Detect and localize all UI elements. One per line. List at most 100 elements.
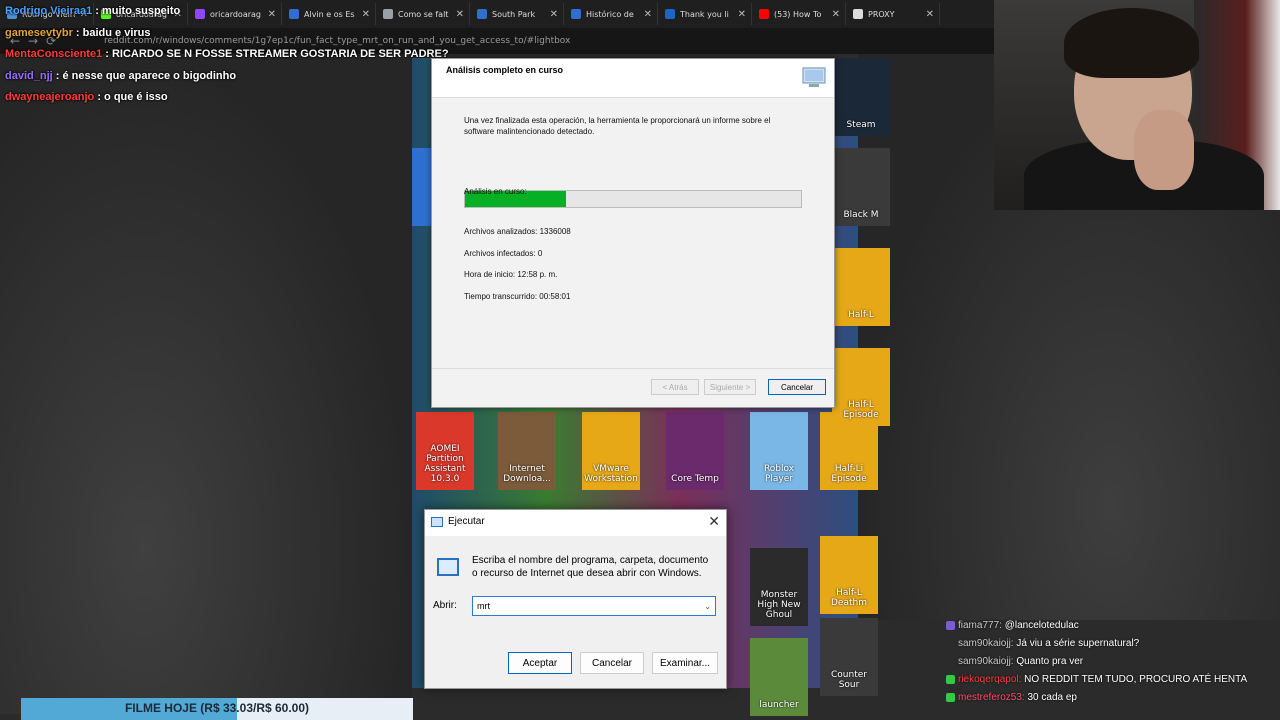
run-dialog: Ejecutar ✕ Escriba el nombre del program…: [424, 509, 727, 689]
close-icon[interactable]: ✕: [926, 9, 934, 20]
desktop-shortcut[interactable]: AOMEI Partition Assistant 10.3.0: [416, 412, 474, 490]
chat-text: NO REDDIT TEM TUDO, PROCURO ATÉ HENTA: [1024, 674, 1248, 685]
run-program-icon: [437, 558, 459, 576]
desktop-shortcut[interactable]: Steam: [832, 58, 890, 136]
files-scanned: Archivos analizados: 1336008: [464, 227, 571, 236]
stream-chat-bottom: fiama777: @lancelotedulac sam90kaiojj: Já…: [946, 620, 1247, 710]
chat-message: riekoqerqapol: NO REDDIT TEM TUDO, PROCU…: [946, 674, 1247, 692]
scan-cancel-button[interactable]: Cancelar: [768, 379, 826, 395]
run-dialog-titlebar: Ejecutar ✕: [425, 510, 726, 536]
chat-message: MentaConsciente1 : RICARDO SE N FOSSE ST…: [5, 48, 449, 60]
desktop-shortcut-label: Half-L Deathm: [831, 588, 867, 608]
scan-dialog-header: Análisis completo en curso: [432, 59, 834, 98]
chat-text: o que é isso: [104, 91, 168, 103]
desktop-shortcut[interactable]: launcher: [750, 638, 808, 716]
chat-text: é nesse que aparece o bigodinho: [62, 69, 237, 82]
chat-username: dwayneajeroanjo: [5, 91, 95, 103]
desktop-shortcut-label: Steam: [846, 120, 876, 130]
back-button[interactable]: < Atrás: [651, 379, 699, 395]
browser-tab[interactable]: (53) How To ✕: [754, 3, 846, 25]
desktop-shortcut-label: Roblox Player: [763, 464, 795, 484]
scan-dialog-footer: < Atrás Siguiente > Cancelar: [432, 368, 834, 407]
browser-tab[interactable]: South Park ✕: [472, 3, 564, 25]
browse-button[interactable]: Examinar...: [652, 652, 718, 674]
goal-text: FILME HOJE (R$ 33.03/R$ 60.00): [124, 701, 310, 715]
chat-message: sam90kaiojj: Quanto pra ver: [946, 656, 1247, 674]
next-button[interactable]: Siguiente >: [704, 379, 756, 395]
chat-text: muito suspeito: [102, 5, 181, 17]
chat-username: david_njj: [5, 69, 53, 82]
chat-username: MentaConsciente1: [5, 48, 103, 60]
desktop-shortcut-label: Half-Li Episode: [831, 464, 867, 484]
scan-description-1: Una vez finalizada esta operación, la he…: [464, 116, 771, 125]
run-command-value: mrt: [477, 601, 490, 611]
chat-username: gamesevtybr: [5, 26, 73, 39]
browser-tab[interactable]: PROXY ✕: [848, 3, 940, 25]
elapsed-time: Tiempo transcurrido: 00:58:01: [464, 292, 571, 301]
chat-text: @lancelotedulac: [1004, 620, 1079, 631]
desktop-shortcut[interactable]: Monster High New Ghoul: [750, 548, 808, 626]
desktop-shortcut[interactable]: Core Temp: [666, 412, 724, 490]
chevron-down-icon[interactable]: ⌄: [704, 602, 711, 611]
left-background: [0, 54, 412, 714]
close-icon[interactable]: ✕: [708, 513, 720, 530]
scan-dialog-body: Una vez finalizada esta operación, la he…: [432, 98, 834, 368]
desktop-shortcut-label: Monster High New Ghoul: [757, 590, 801, 620]
chat-username: Rodrigo Vieiraa1: [5, 5, 93, 17]
desktop-shortcut-label: AOMEI Partition Assistant 10.3.0: [424, 444, 466, 484]
start-time: Hora de inicio: 12:58 p. m.: [464, 270, 558, 279]
close-icon[interactable]: ✕: [550, 9, 558, 20]
scan-dialog-title: Análisis completo en curso: [446, 65, 564, 75]
desktop-shortcut[interactable]: Half-L: [832, 248, 890, 326]
run-description: Escriba el nombre del programa, carpeta,…: [472, 555, 709, 579]
chat-message: Rodrigo Vieiraa1 : muito suspeito: [5, 5, 181, 17]
tab-label: Histórico de: [586, 9, 634, 19]
desktop-shortcut[interactable]: Half-L Deathm: [820, 536, 878, 614]
mrt-scan-dialog: Análisis completo en curso Una vez final…: [431, 58, 835, 408]
chat-text: RICARDO SE N FOSSE STREAMER GOSTARIA DE …: [111, 48, 449, 60]
run-cancel-button[interactable]: Cancelar: [580, 652, 644, 674]
chat-username: sam90kaiojj:: [958, 656, 1014, 667]
tab-favicon-icon: [665, 9, 675, 19]
desktop-shortcut-label: Counter Sour: [831, 670, 867, 690]
donation-goal-bar: FILME HOJE (R$ 33.03/R$ 60.00): [21, 698, 413, 720]
computer-icon: [802, 67, 826, 87]
chat-badge-icon: [946, 674, 955, 684]
desktop-shortcut-label: VMware Workstation: [584, 464, 638, 484]
streamer-hands: [1134, 110, 1194, 190]
desktop-shortcut-label: launcher: [759, 700, 799, 710]
chat-text: 30 cada ep: [1027, 692, 1077, 703]
chat-text: Já viu a série supernatural?: [1016, 638, 1140, 649]
webcam-overlay: [994, 0, 1280, 210]
desktop-shortcut[interactable]: Half-L Episode: [832, 348, 890, 426]
desktop-shortcut[interactable]: Black M: [832, 148, 890, 226]
browser-tab[interactable]: Histórico de ✕: [566, 3, 658, 25]
chat-message: mestreferoz53: 30 cada ep: [946, 692, 1247, 710]
run-dialog-title: Ejecutar: [448, 516, 485, 527]
tab-favicon-icon: [853, 9, 863, 19]
close-icon[interactable]: ✕: [738, 9, 746, 20]
run-command-input[interactable]: mrt ⌄: [472, 596, 716, 616]
tab-favicon-icon: [759, 9, 769, 19]
open-label: Abrir:: [433, 600, 457, 611]
chat-badge-icon: [946, 692, 955, 702]
files-infected: Archivos infectados: 0: [464, 249, 543, 258]
close-icon[interactable]: ✕: [832, 9, 840, 20]
run-icon: [431, 517, 443, 527]
chat-text: Quanto pra ver: [1016, 656, 1084, 667]
ok-button[interactable]: Aceptar: [508, 652, 572, 674]
desktop-shortcut[interactable]: Roblox Player: [750, 412, 808, 490]
desktop-shortcut-label: Internet Downloa...: [503, 464, 551, 484]
chat-username: riekoqerqapol:: [958, 674, 1022, 685]
close-icon[interactable]: ✕: [456, 9, 464, 20]
desktop-shortcut[interactable]: Internet Downloa...: [498, 412, 556, 490]
streamer-hair: [1064, 8, 1199, 78]
chat-message: david_njj : é nesse que aparece o bigodi…: [5, 69, 237, 82]
desktop-shortcut[interactable]: Counter Sour: [820, 618, 878, 696]
chat-message: gamesevtybr : baidu e virus: [5, 26, 151, 39]
chat-username: mestreferoz53:: [958, 692, 1025, 703]
close-icon[interactable]: ✕: [644, 9, 652, 20]
browser-tab[interactable]: Thank you li ✕: [660, 3, 752, 25]
desktop-shortcut-label: Black M: [843, 210, 879, 220]
desktop-shortcut[interactable]: VMware Workstation: [582, 412, 640, 490]
